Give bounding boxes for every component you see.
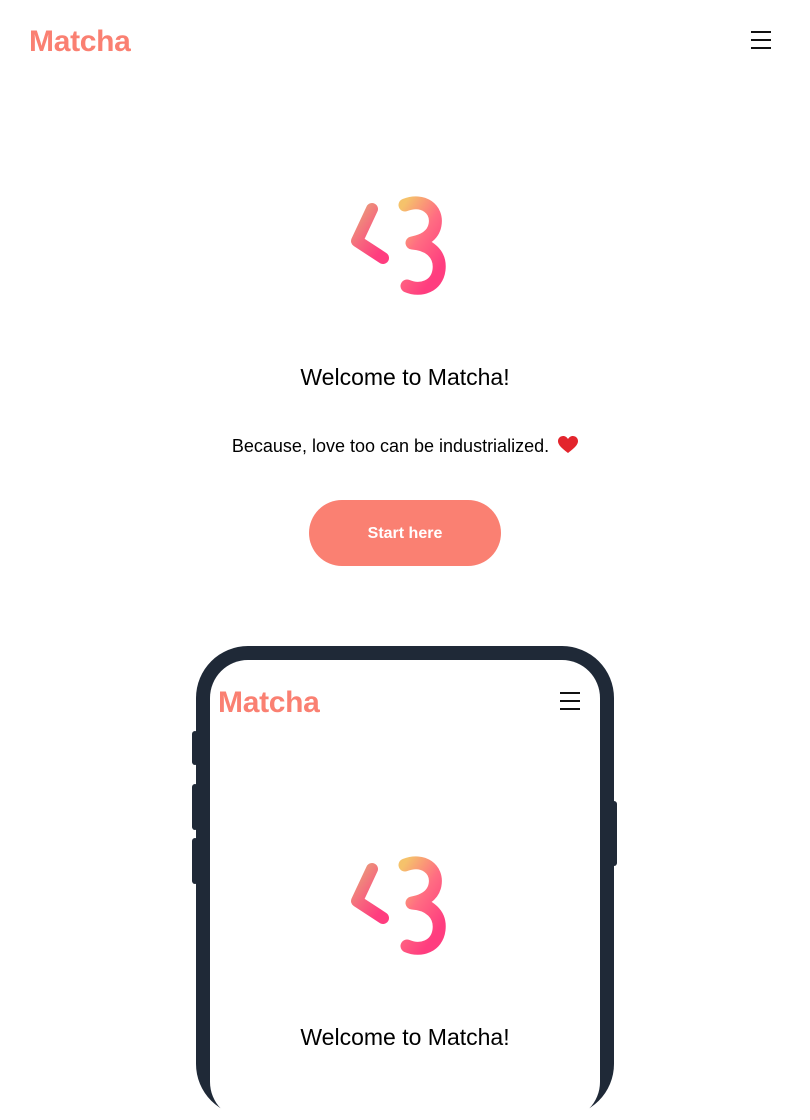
hero-tagline: Because, love too can be industrialized. <box>0 432 810 460</box>
menu-line <box>751 39 771 41</box>
phone-brand-text: Matcha <box>218 686 320 719</box>
hamburger-menu-button[interactable] <box>748 28 774 52</box>
top-navbar: Matcha <box>0 0 810 84</box>
phone-hero-title: Welcome to Matcha! <box>300 1024 510 1050</box>
start-here-button[interactable]: Start here <box>309 500 501 566</box>
brand-logo-text[interactable]: Matcha <box>29 22 131 62</box>
phone-frame: Matcha Welcome to Matcha! <box>196 646 614 1120</box>
phone-heart-logo-icon <box>351 856 446 955</box>
menu-line <box>560 692 580 694</box>
menu-line <box>560 700 580 702</box>
menu-line <box>751 31 771 33</box>
heart-logo-icon <box>351 196 446 295</box>
phone-screen: Matcha Welcome to Matcha! <box>210 660 600 1120</box>
red-heart-icon <box>558 436 579 453</box>
menu-line <box>751 47 771 49</box>
hero-title: Welcome to Matcha! <box>300 364 510 390</box>
phone-hamburger-menu-icon <box>558 690 582 712</box>
tagline-text: Because, love too can be industrialized. <box>231 436 550 456</box>
menu-line <box>560 708 580 710</box>
